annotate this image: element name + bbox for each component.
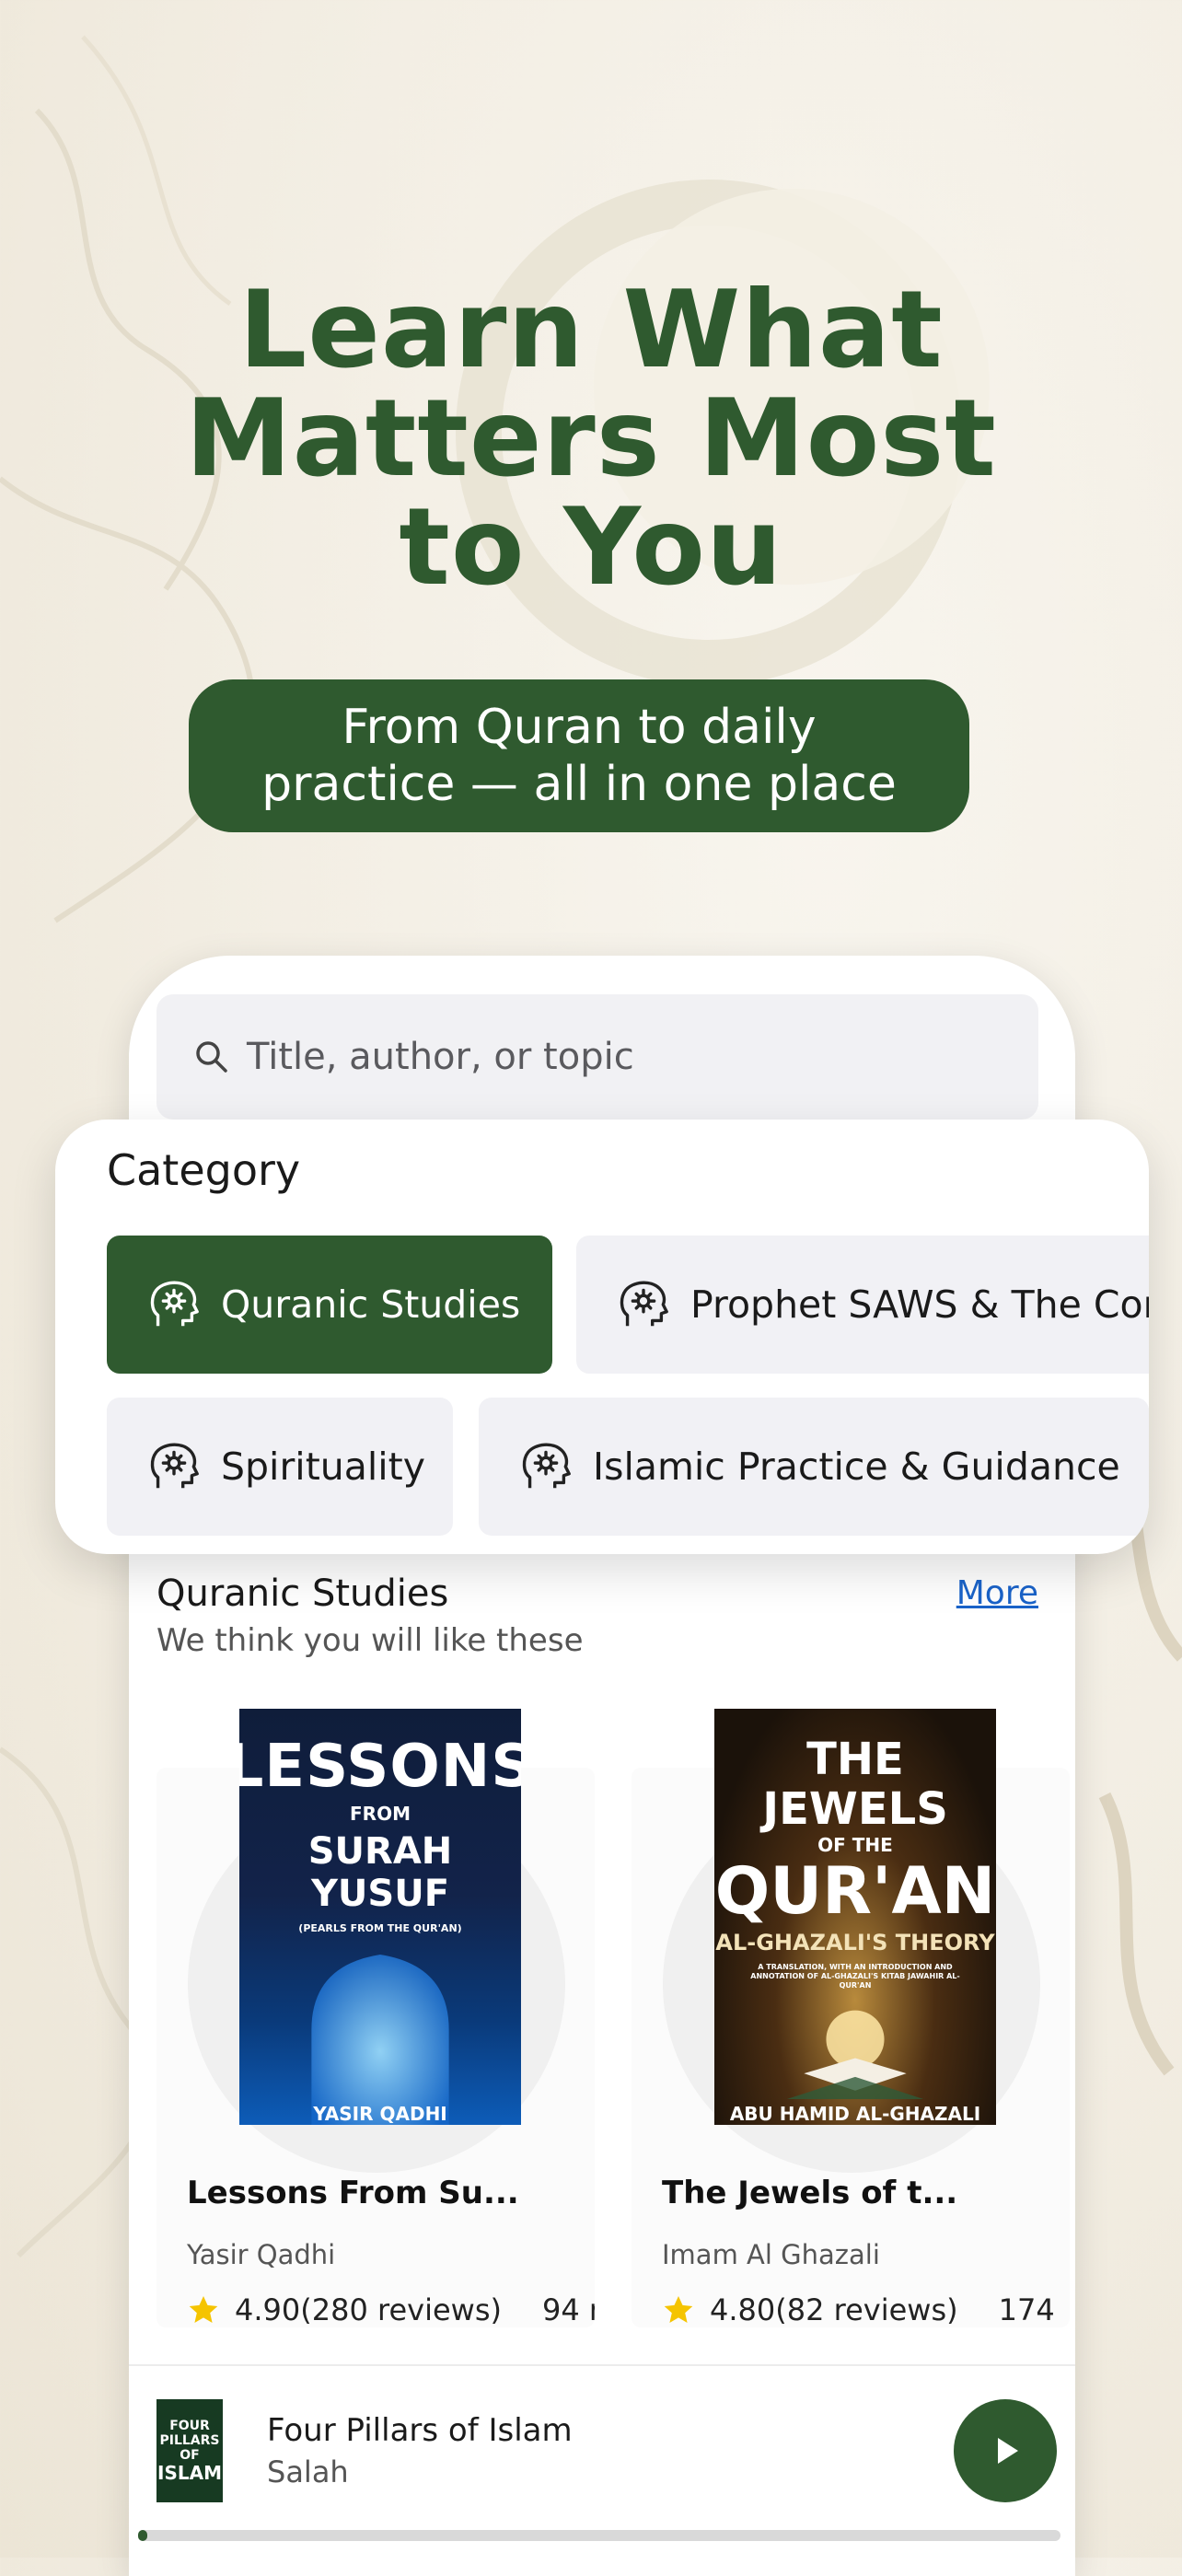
chip-label: Islamic Practice & Guidance [593, 1445, 1120, 1489]
open-book-art [786, 2010, 924, 2099]
thumb-line: FOUR PILLARS [159, 2419, 220, 2448]
book-author: Imam Al Ghazali [662, 2239, 880, 2270]
book-rating: 4.80(82 reviews) 174 [662, 2292, 1055, 2327]
headline-line-3: to You [399, 485, 783, 609]
head-gear-icon [150, 1281, 199, 1327]
player-subtitle: Salah [267, 2454, 349, 2489]
category-chip-quranic-studies[interactable]: Quranic Studies [107, 1236, 552, 1374]
headline-line-1: Learn What [238, 268, 944, 392]
search-icon [196, 1041, 227, 1073]
headline-line-2: Matters Most [185, 377, 997, 501]
play-button[interactable] [954, 2399, 1057, 2502]
book-cover[interactable]: LESSONS FROM SURAH YUSUF (PEARLS FROM TH… [239, 1709, 521, 2125]
category-title: Category [107, 1145, 301, 1195]
player-title: Four Pillars of Islam [267, 2412, 573, 2449]
rating-text: 4.80(82 reviews) [710, 2292, 958, 2327]
progress-track[interactable] [138, 2530, 1060, 2541]
thumb-line: OF [180, 2448, 200, 2463]
tagline-line-1: From Quran to daily [342, 700, 817, 755]
cover-line: (PEARLS FROM THE QUR'AN) [298, 1922, 462, 1934]
read-count: 174 [998, 2292, 1055, 2327]
more-link[interactable]: More [956, 1574, 1038, 1612]
cover-line: QUR'AN [714, 1853, 996, 1929]
head-gear-icon [150, 1443, 199, 1489]
mosque-window-art [311, 1954, 449, 2125]
book-cover-wrap: THE JEWELS OF THE QUR'AN AL-GHAZALI'S TH… [632, 1709, 1070, 2154]
book-title: Lessons From Su... [187, 2175, 519, 2211]
category-card: Category Quranic Studies Prophet SAWS & … [55, 1120, 1149, 1554]
chip-label: Quranic Studies [221, 1282, 521, 1327]
head-gear-icon [620, 1281, 668, 1327]
cover-line: A TRANSLATION, WITH AN INTRODUCTION AND … [750, 1963, 960, 1990]
book-cover[interactable]: THE JEWELS OF THE QUR'AN AL-GHAZALI'S TH… [714, 1709, 996, 2125]
hero-tagline: From Quran to daily practice — all in on… [189, 679, 969, 832]
chip-label: Prophet SAWS & The Cor [690, 1282, 1149, 1327]
star-icon [664, 2296, 693, 2323]
read-count: 94 r [541, 2292, 595, 2327]
category-chip-prophet-saws[interactable]: Prophet SAWS & The Cor [576, 1236, 1149, 1374]
book-title: The Jewels of t... [662, 2175, 958, 2211]
cover-line: LESSONS [239, 1733, 521, 1801]
section-subtitle: We think you will like these [156, 1622, 584, 1659]
book-rating: 4.90(280 reviews) 94 r [187, 2292, 595, 2327]
section-title: Quranic Studies [156, 1572, 449, 1615]
mini-player[interactable]: FOUR PILLARS OF ISLAM Four Pillars of Is… [129, 2364, 1075, 2576]
book-cover-wrap: LESSONS FROM SURAH YUSUF (PEARLS FROM TH… [156, 1709, 595, 2154]
star-icon [189, 2296, 218, 2323]
thumb-line: ISLAM [157, 2462, 222, 2484]
head-gear-icon [522, 1443, 571, 1489]
cover-line: THE JEWELS [762, 1734, 948, 1835]
player-thumbnail: FOUR PILLARS OF ISLAM [156, 2399, 223, 2502]
chip-label: Spirituality [221, 1445, 425, 1489]
cover-line: AL-GHAZALI'S THEORY [715, 1930, 995, 1955]
cover-line: SURAH YUSUF [307, 1830, 453, 1915]
book-author: Yasir Qadhi [187, 2239, 336, 2270]
search-placeholder: Title, author, or topic [247, 1036, 634, 1078]
cover-author: ABU HAMID AL-GHAZALI [729, 2103, 981, 2125]
play-icon [998, 2438, 1018, 2464]
cover-author: YASIR QADHI [313, 2103, 447, 2125]
category-chip-islamic-practice[interactable]: Islamic Practice & Guidance [479, 1398, 1149, 1536]
progress-fill [138, 2530, 148, 2541]
category-chip-spirituality[interactable]: Spirituality [107, 1398, 453, 1536]
search-input[interactable]: Title, author, or topic [156, 994, 1038, 1120]
tagline-line-2: practice — all in one place [261, 757, 897, 812]
hero-headline: Learn What Matters Most to You [0, 276, 1182, 602]
rating-text: 4.90(280 reviews) [235, 2292, 502, 2327]
cover-line: FROM [350, 1803, 411, 1825]
